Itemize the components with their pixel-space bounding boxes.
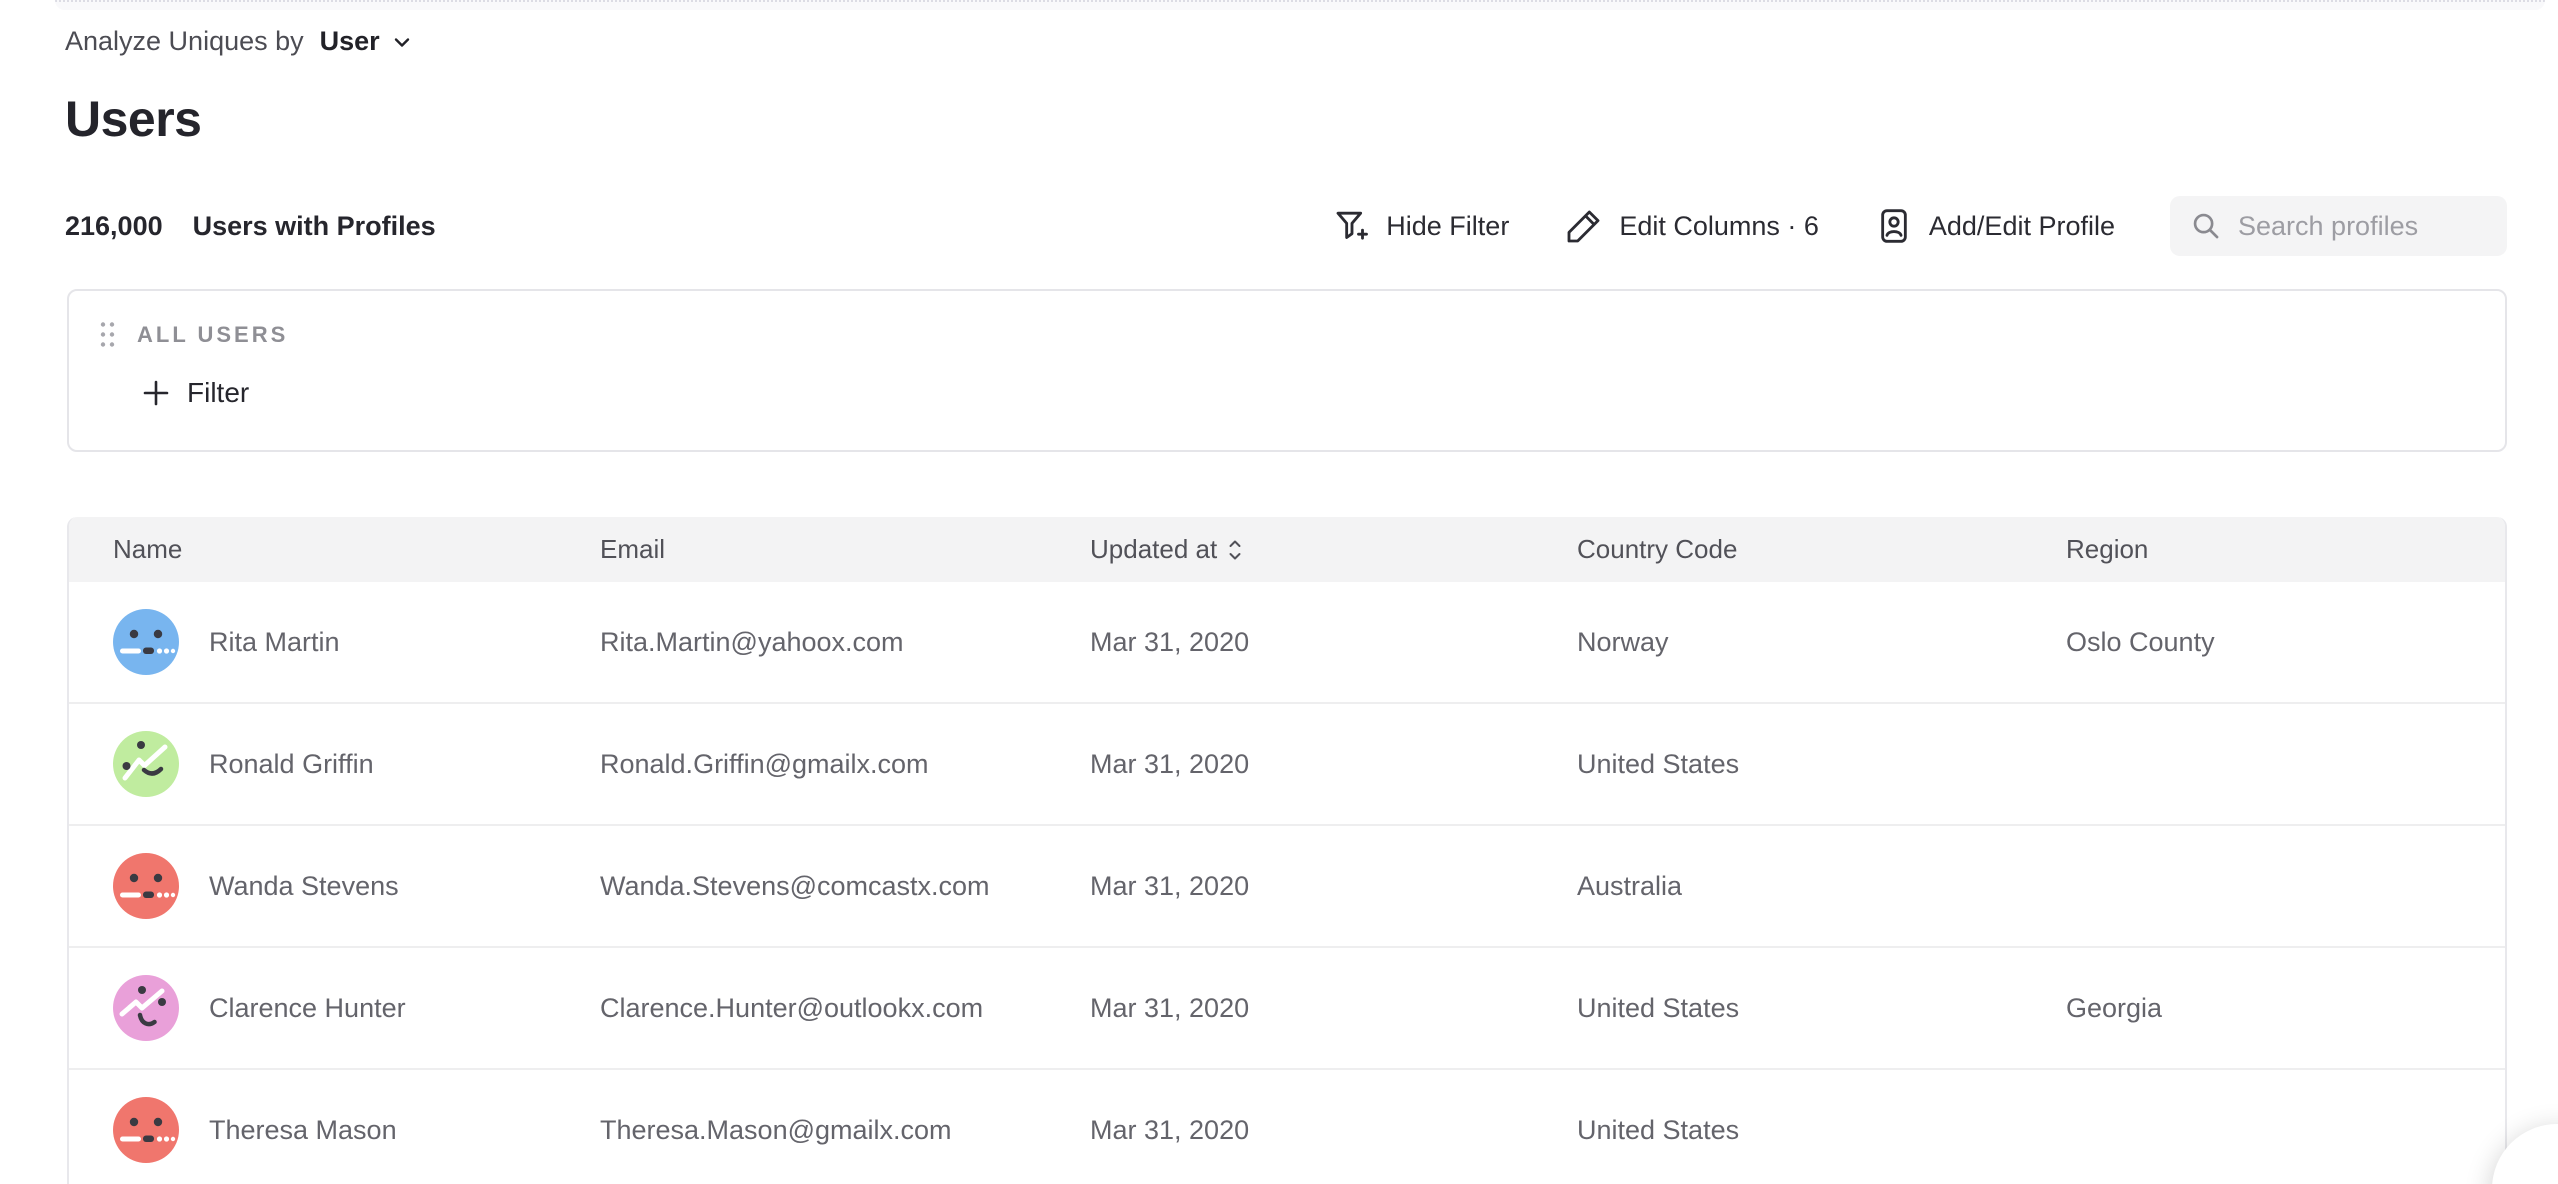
- table-header: Name Email Updated at Country Code Regio…: [69, 517, 2505, 582]
- edit-columns-button[interactable]: Edit Columns · 6: [1564, 206, 1819, 246]
- hide-filter-label: Hide Filter: [1386, 211, 1509, 242]
- cell-country-code: Australia: [1577, 871, 2066, 902]
- cell-region: Oslo County: [2066, 627, 2505, 658]
- profiles-count-value: 216,000: [65, 211, 163, 242]
- toolbar: Hide Filter Edit Columns · 6 Add/Edit Pr…: [1331, 196, 2507, 256]
- table-row[interactable]: Ronald Griffin Ronald.Griffin@gmailx.com…: [69, 704, 2505, 826]
- funnel-plus-icon: [1331, 206, 1371, 246]
- table-row[interactable]: Wanda Stevens Wanda.Stevens@comcastx.com…: [69, 826, 2505, 948]
- avatar: [113, 609, 179, 675]
- cell-name: Wanda Stevens: [113, 853, 600, 919]
- cell-country-code: United States: [1577, 993, 2066, 1024]
- cell-country-code: United States: [1577, 749, 2066, 780]
- cell-email: Rita.Martin@yahoox.com: [600, 627, 1090, 658]
- search-input[interactable]: [2238, 211, 2558, 242]
- column-header-region[interactable]: Region: [2066, 534, 2505, 565]
- cell-updated-at: Mar 31, 2020: [1090, 749, 1577, 780]
- analyze-by-row: Analyze Uniques by User: [65, 26, 414, 57]
- column-header-updated-at[interactable]: Updated at: [1090, 534, 1577, 565]
- cell-email: Theresa.Mason@gmailx.com: [600, 1115, 1090, 1146]
- cell-name: Ronald Griffin: [113, 731, 600, 797]
- analyze-by-label: Analyze Uniques by: [65, 26, 304, 57]
- profiles-count: 216,000 Users with Profiles: [65, 211, 436, 242]
- users-page: Analyze Uniques by User Users 216,000 Us…: [0, 0, 2558, 1184]
- table-row[interactable]: Clarence Hunter Clarence.Hunter@outlookx…: [69, 948, 2505, 1070]
- cell-updated-at: Mar 31, 2020: [1090, 1115, 1577, 1146]
- column-header-country-code[interactable]: Country Code: [1577, 534, 2066, 565]
- cell-name: Clarence Hunter: [113, 975, 600, 1041]
- cell-region: Georgia: [2066, 993, 2505, 1024]
- analyze-by-dropdown[interactable]: User: [320, 26, 414, 57]
- filter-group-header: ALL USERS: [100, 321, 288, 348]
- avatar: [113, 975, 179, 1041]
- analyze-by-value: User: [320, 26, 380, 57]
- page-title: Users: [65, 90, 202, 148]
- chevron-down-icon: [390, 30, 414, 54]
- sort-icon: [1227, 537, 1243, 563]
- add-edit-profile-label: Add/Edit Profile: [1929, 211, 2115, 242]
- table-row[interactable]: Theresa Mason Theresa.Mason@gmailx.com M…: [69, 1070, 2505, 1184]
- pencil-icon: [1564, 206, 1604, 246]
- filter-panel: ALL USERS Filter: [67, 289, 2507, 452]
- cell-updated-at: Mar 31, 2020: [1090, 993, 1577, 1024]
- drag-handle-icon[interactable]: [100, 321, 115, 348]
- plus-icon: [141, 378, 171, 408]
- column-header-name[interactable]: Name: [113, 534, 600, 565]
- column-header-email[interactable]: Email: [600, 534, 1090, 565]
- cell-name: Rita Martin: [113, 609, 600, 675]
- filter-group-label: ALL USERS: [137, 322, 288, 348]
- search-box: [2170, 196, 2507, 256]
- profiles-count-label: Users with Profiles: [193, 211, 436, 242]
- add-filter-button[interactable]: Filter: [141, 377, 249, 409]
- search-icon: [2190, 210, 2222, 242]
- edit-columns-label: Edit Columns · 6: [1619, 211, 1819, 242]
- avatar: [113, 853, 179, 919]
- hide-filter-button[interactable]: Hide Filter: [1331, 206, 1509, 246]
- avatar: [113, 731, 179, 797]
- table-row[interactable]: Rita Martin Rita.Martin@yahoox.com Mar 3…: [69, 582, 2505, 704]
- top-panel-edge: [55, 0, 2545, 10]
- avatar: [113, 1097, 179, 1163]
- cell-email: Clarence.Hunter@outlookx.com: [600, 993, 1090, 1024]
- profiles-table: Name Email Updated at Country Code Regio…: [67, 517, 2507, 1184]
- meta-toolbar-row: 216,000 Users with Profiles Hide Filter …: [65, 194, 2507, 258]
- cell-name: Theresa Mason: [113, 1097, 600, 1163]
- cell-updated-at: Mar 31, 2020: [1090, 871, 1577, 902]
- cell-updated-at: Mar 31, 2020: [1090, 627, 1577, 658]
- cell-email: Ronald.Griffin@gmailx.com: [600, 749, 1090, 780]
- cell-country-code: Norway: [1577, 627, 2066, 658]
- add-edit-profile-button[interactable]: Add/Edit Profile: [1874, 206, 2115, 246]
- add-filter-label: Filter: [187, 377, 249, 409]
- profile-card-icon: [1874, 206, 1914, 246]
- cell-email: Wanda.Stevens@comcastx.com: [600, 871, 1090, 902]
- cell-country-code: United States: [1577, 1115, 2066, 1146]
